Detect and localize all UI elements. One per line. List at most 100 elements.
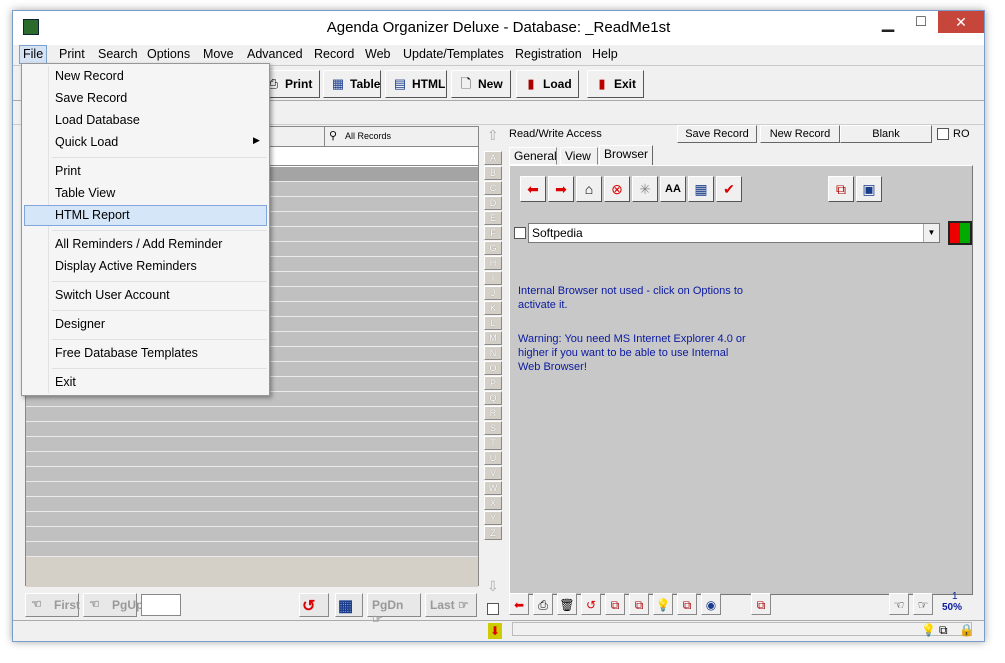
exit-button[interactable]: ▮ Exit (587, 70, 644, 98)
alpha-tab-e[interactable]: E (484, 211, 502, 225)
table-row[interactable] (26, 542, 478, 557)
alpha-tab-l[interactable]: L (484, 316, 502, 330)
paste-icon[interactable]: ⧉ (629, 593, 649, 615)
alpha-tab-t[interactable]: T (484, 436, 502, 450)
import-icon[interactable]: ⧉ (677, 593, 697, 615)
chevron-down-icon[interactable]: ▼ (923, 224, 939, 242)
table-row[interactable] (26, 467, 478, 482)
alpha-tab-v[interactable]: V (484, 466, 502, 480)
alpha-tab-d[interactable]: D (484, 196, 502, 210)
menu-item-table-view[interactable]: Table View (55, 186, 115, 200)
alpha-tab-f[interactable]: F (484, 226, 502, 240)
color-picker-icon[interactable] (948, 221, 972, 245)
alpha-tab-p[interactable]: P (484, 376, 502, 390)
check-icon[interactable]: ✔ (716, 176, 742, 202)
first-button[interactable]: ☜ First (25, 593, 80, 617)
menu-item-quick-load[interactable]: Quick Load (55, 135, 118, 149)
tab-view[interactable]: View (560, 147, 598, 165)
copy-icon[interactable]: ⧉ (828, 176, 854, 202)
back-arrow-icon[interactable]: ⬅ (509, 593, 529, 615)
alpha-tab-a[interactable]: A (484, 151, 502, 165)
url-combobox[interactable]: Softpedia ▼ (528, 223, 940, 243)
table-row[interactable] (26, 527, 478, 542)
back-arrow-icon[interactable]: ⬅ (520, 176, 546, 202)
menu-registration[interactable]: Registration (515, 47, 582, 61)
list-checkbox[interactable] (487, 603, 499, 615)
font-size-icon[interactable]: AA (660, 176, 686, 202)
pgdn-button[interactable]: PgDn ☞ (367, 593, 421, 626)
table-row[interactable] (26, 407, 478, 422)
duplicate-icon[interactable]: ⧉ (751, 593, 771, 615)
close-button[interactable]: ✕ (938, 11, 984, 33)
trash-icon[interactable]: 🗑 (557, 593, 577, 615)
menu-item-exit[interactable]: Exit (55, 375, 76, 389)
new-record-button[interactable]: New Record (760, 125, 840, 143)
menu-update-templates[interactable]: Update/Templates (403, 47, 504, 61)
refresh-icon[interactable]: ↺ (581, 593, 601, 615)
alpha-tab-s[interactable]: S (484, 421, 502, 435)
refresh-icon[interactable]: ✳ (632, 176, 658, 202)
globe-icon[interactable]: ◉ (701, 593, 721, 615)
alpha-tab-n[interactable]: N (484, 346, 502, 360)
alpha-tab-m[interactable]: M (484, 331, 502, 345)
window-icon[interactable]: ▣ (856, 176, 882, 202)
table-row[interactable] (26, 512, 478, 527)
alpha-tab-j[interactable]: J (484, 286, 502, 300)
menu-item-html-report[interactable]: HTML Report (24, 205, 267, 226)
alpha-tab-r[interactable]: R (484, 406, 502, 420)
tab-general[interactable]: General (509, 147, 557, 165)
pages-icon[interactable]: ⧉ (939, 623, 948, 638)
stop-icon[interactable]: ⊗ (604, 176, 630, 202)
alpha-tab-c[interactable]: C (484, 181, 502, 195)
alpha-tab-w[interactable]: W (484, 481, 502, 495)
maximize-button[interactable]: □ (906, 13, 936, 35)
blank-button[interactable]: Blank (840, 125, 932, 143)
alpha-tab-z[interactable]: Z (484, 526, 502, 540)
menu-item-print[interactable]: Print (55, 164, 81, 178)
printer-icon[interactable]: ⎙ (533, 593, 553, 615)
save-record-button[interactable]: Save Record (677, 125, 757, 143)
copy-icon[interactable]: ⧉ (605, 593, 625, 615)
home-icon[interactable]: ⌂ (576, 176, 602, 202)
alpha-tab-i[interactable]: I (484, 271, 502, 285)
menu-search[interactable]: Search (98, 47, 138, 61)
pgup-button[interactable]: ☜ PgUp (83, 593, 143, 617)
lightbulb-icon[interactable]: 💡 (653, 593, 673, 615)
table-row[interactable] (26, 452, 478, 467)
menu-print[interactable]: Print (59, 47, 85, 61)
menu-item-designer[interactable]: Designer (55, 317, 105, 331)
record-number-field[interactable] (141, 594, 181, 616)
hand-left-icon[interactable]: ☜ (889, 593, 909, 615)
menu-options[interactable]: Options (147, 47, 190, 61)
menu-help[interactable]: Help (592, 47, 618, 61)
menu-item-switch-user-account[interactable]: Switch User Account (55, 288, 170, 302)
table-button[interactable]: ▦ Table (323, 70, 381, 98)
html-button[interactable]: ▤ HTML (385, 70, 447, 98)
alpha-tab-g[interactable]: G (484, 241, 502, 255)
lightbulb-icon[interactable]: 💡 (921, 623, 936, 637)
alpha-tab-h[interactable]: H (484, 256, 502, 270)
abc-icon[interactable]: ▦ (688, 176, 714, 202)
alpha-tab-x[interactable]: X (484, 496, 502, 510)
abc-sort-button[interactable]: ▦ (335, 593, 363, 617)
tab-browser[interactable]: Browser (599, 145, 653, 166)
hand-right-icon[interactable]: ☞ (913, 593, 933, 615)
menu-move[interactable]: Move (203, 47, 234, 61)
alpha-tab-u[interactable]: U (484, 451, 502, 465)
scroll-up-arrow-icon[interactable]: ⇧ (487, 127, 499, 144)
menu-item-display-active-reminders[interactable]: Display Active Reminders (55, 259, 197, 273)
url-checkbox[interactable] (514, 227, 526, 239)
alpha-tab-b[interactable]: B (484, 166, 502, 180)
menu-item-all-reminders[interactable]: All Reminders / Add Reminder (55, 237, 222, 251)
forward-arrow-icon[interactable]: ➡ (548, 176, 574, 202)
lock-icon[interactable]: 🔒 (959, 623, 974, 637)
menu-item-free-database-templates[interactable]: Free Database Templates (55, 346, 198, 360)
red-arrow-icon[interactable]: ⬇ (488, 623, 502, 639)
menu-record[interactable]: Record (314, 47, 354, 61)
menu-item-save-record[interactable]: Save Record (55, 91, 127, 105)
table-row[interactable] (26, 497, 478, 512)
alpha-tab-q[interactable]: Q (484, 391, 502, 405)
all-records-button[interactable]: ⚲ All Records (324, 127, 478, 147)
menu-advanced[interactable]: Advanced (247, 47, 303, 61)
table-row[interactable] (26, 437, 478, 452)
